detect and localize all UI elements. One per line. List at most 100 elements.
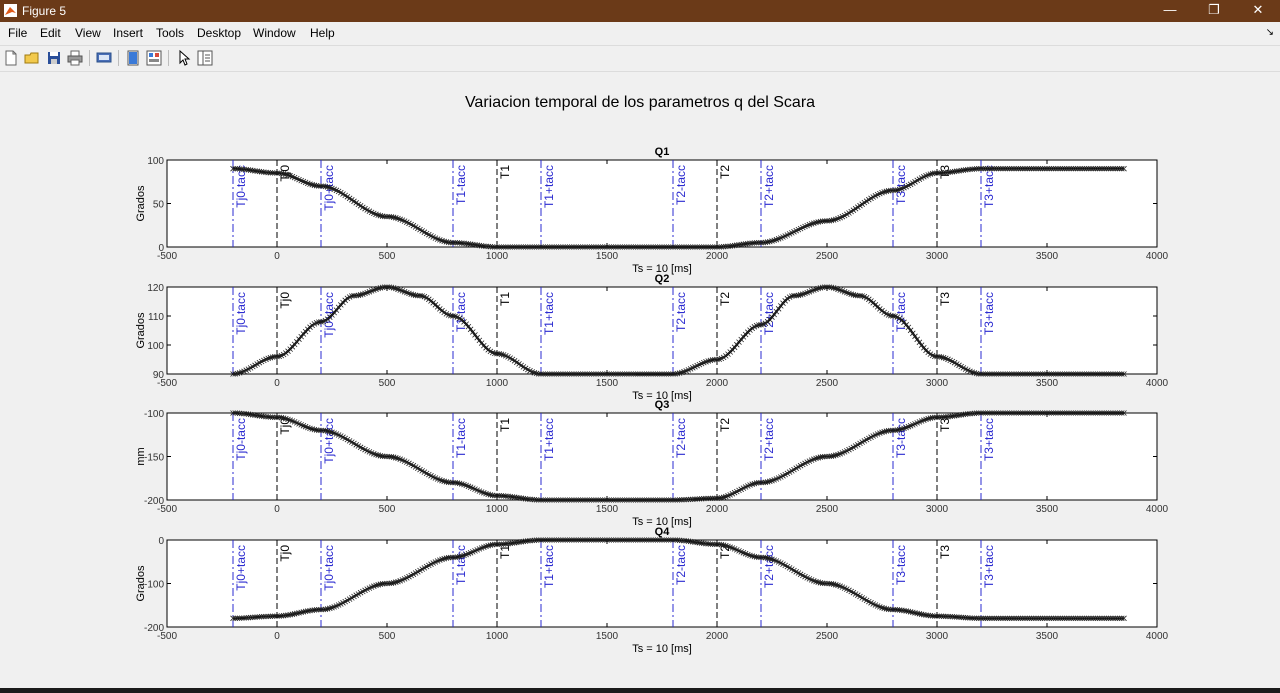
plot-4-xtick-label: 3000 [926,631,949,642]
plot-3-axes-box [166,412,1158,501]
plot-2-xtick-label: 1500 [596,378,619,389]
plot-4-xtick-label: 2000 [706,631,729,642]
plot-1-xtick-label: 4000 [1146,251,1169,262]
plot-3-xtick-label: 2500 [816,504,839,515]
plot-4-xtick-label: 500 [379,631,396,642]
plot-4-marker-label: T2+tacc [762,545,776,588]
plot-4-ytick-label: -100 [144,580,164,591]
plot-4-axes-box [166,539,1158,628]
plot-3-marker-label: T1 [498,418,512,432]
plot-2-title: Q2 [655,273,670,285]
plot-2-xtick-label: 2500 [816,378,839,389]
plot-2-xtick-label: 1000 [486,378,509,389]
plot-4-marker-label: T2-tacc [674,545,688,585]
plot-1-marker-label: T1+tacc [542,165,556,208]
plot-1-ytick-label: 0 [158,243,164,254]
plot-1-title: Q1 [655,146,670,158]
plot-1-marker-label: T1-tacc [454,165,468,205]
plot-2-marker-label: T2-tacc [674,292,688,332]
plot-3-marker-label: T3+tacc [982,418,996,461]
plot-3-title: Q3 [655,399,670,411]
plot-3-marker-label: T3-tacc [894,418,908,458]
plot-3-xtick-label: 3500 [1036,504,1059,515]
plot-2-xtick-label: 3000 [926,378,949,389]
plot-2-marker-label: Tj0 [278,292,292,309]
plot-4-marker-label: T3-tacc [894,545,908,585]
plot-4-marker-label: T3+tacc [982,545,996,588]
plot-2-xtick-label: 4000 [1146,378,1169,389]
plot-2-ytick-label: 100 [147,341,164,352]
plot-4-marker-label: T1+tacc [542,545,556,588]
plot-1-marker-label: T3+tacc [982,165,996,208]
plot-2-ytick-label: 110 [148,312,164,323]
plot-3-marker-label: Tj0+tacc [322,418,336,464]
plot-2-marker-label: Tj0-tacc [234,292,248,335]
plot-2-marker-label: Tj0+tacc [322,292,336,338]
plot-4-xtick-label: 3500 [1036,631,1059,642]
plot-4-ytick-label: -200 [144,623,164,634]
plot-2-ylabel: Grados [135,312,147,349]
plot-1-xtick-label: 2000 [706,251,729,262]
plot-3-ytick-label: -200 [144,496,164,507]
plot-3-xtick-label: 4000 [1146,504,1169,515]
plot-2-xtick-label: 0 [274,378,280,389]
plot-1-xtick-label: 3000 [926,251,949,262]
plot-1-marker-label: T2 [718,165,732,179]
plot-3-marker-label: T1+tacc [542,418,556,461]
plot-4-xtick-label: 1500 [596,631,619,642]
plot-3-marker-label: T1-tacc [454,418,468,458]
plot-4-marker-label: Tj0+tacc [234,545,248,591]
plot-1-ylabel: Grados [135,185,147,222]
plot-1-xtick-label: 3500 [1036,251,1059,262]
plot-1-xtick-label: 1000 [486,251,509,262]
plot-4-ylabel: Grados [135,565,147,602]
plot-3-xtick-label: 0 [274,504,280,515]
plot-3-xtick-label: 3000 [926,504,949,515]
plot-1-xtick-label: 1500 [596,251,619,262]
plot-4-title: Q4 [655,526,671,538]
subplots-canvas[interactable]: Q1-500 0 500 1000 1500 2000 2500 3000 3500 400005… [0,0,1280,693]
plot-1-marker-label: T1 [498,165,512,179]
plot-3-ytick-label: -100 [144,409,164,420]
plot-1-ytick-label: 100 [147,156,164,167]
plot-2-marker-label: T1+tacc [542,292,556,335]
plot-1-ytick-label: 50 [153,200,165,211]
plot-1-marker-label: T2+tacc [762,165,776,208]
plot-3-marker-label: T3 [938,418,952,432]
plot-1-xtick-label: 0 [274,251,280,262]
plot-2-marker-label: T2 [718,292,732,306]
plot-4-marker-label: T3 [938,545,952,559]
plot-1-xtick-label: 2500 [816,251,839,262]
plot-2-xtick-label: 500 [379,378,396,389]
plot-3-marker-label: T2 [718,418,732,432]
plot-4-marker-label: Tj0 [278,545,292,562]
plot-3-xtick-label: 1000 [486,504,509,515]
plot-2-ytick-label: 90 [153,370,165,381]
taskbar-strip [0,688,1280,693]
plot-4-xtick-label: 4000 [1146,631,1169,642]
plot-4-xlabel: Ts = 10 [ms] [632,643,692,655]
plot-4-marker-label: T1-tacc [454,545,468,585]
plot-2-marker-label: T1 [498,292,512,306]
plot-3-xtick-label: 2000 [706,504,729,515]
plot-2-axes-box [166,286,1158,375]
plot-2-xtick-label: 2000 [706,378,729,389]
plot-3-marker-label: T2+tacc [762,418,776,461]
plot-2-marker-label: T3+tacc [982,292,996,335]
plot-4-ytick-label: 0 [158,536,164,547]
plot-1-axes-box [166,159,1158,248]
plot-4-marker-label: T1 [498,545,512,559]
plot-1-marker-label: T2-tacc [674,165,688,205]
plot-3-marker-label: T2-tacc [674,418,688,458]
plot-4-xtick-label: 2500 [816,631,839,642]
plot-1-xtick-label: 500 [379,251,396,262]
plot-4-marker-label: Tj0+tacc [322,545,336,591]
plot-3-marker-label: Tj0-tacc [234,418,248,461]
plot-2-marker-label: T1-tacc [454,292,468,332]
plot-3-xtick-label: 1500 [596,504,619,515]
plot-4-xtick-label: 1000 [486,631,509,642]
plot-3-ylabel: mm [135,447,147,465]
plot-2-marker-label: T3 [938,292,952,306]
plot-1-marker-label: T3-tacc [894,165,908,205]
plot-2-ytick-label: 120 [147,283,164,294]
